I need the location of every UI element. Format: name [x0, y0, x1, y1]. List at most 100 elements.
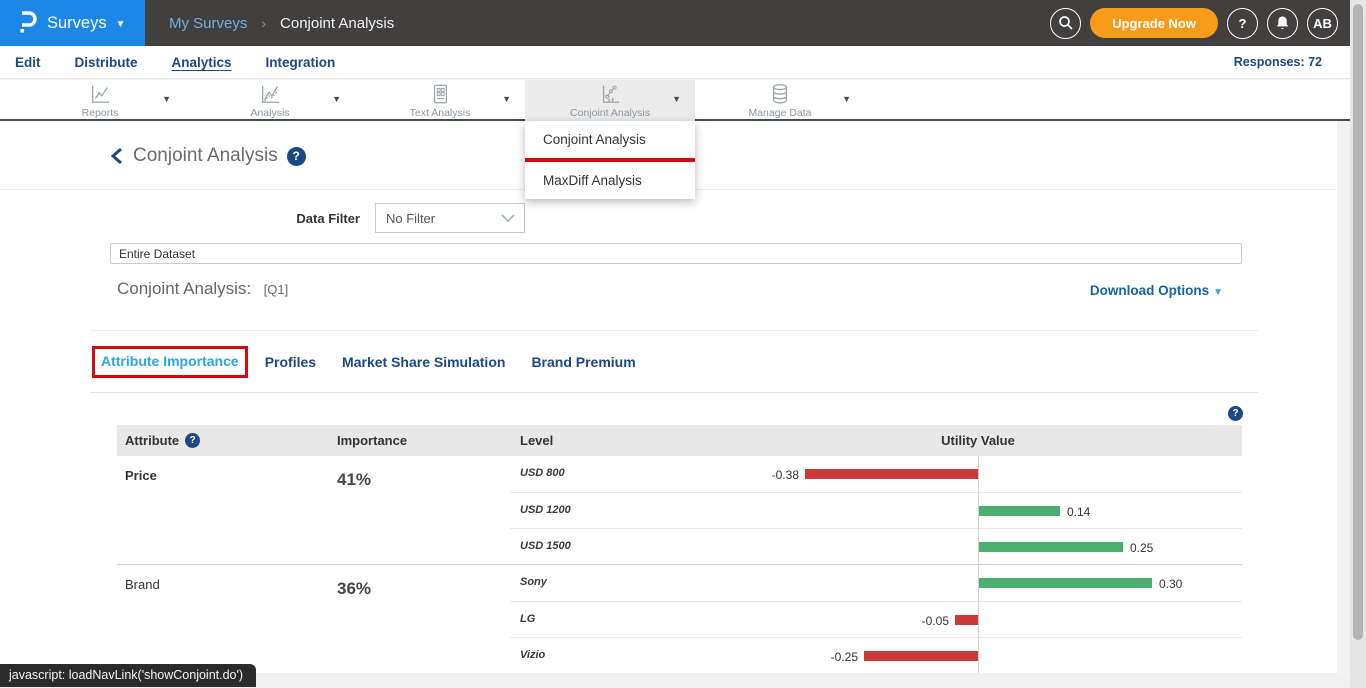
reports-chart-icon [88, 83, 112, 105]
help-button[interactable]: ? [1227, 8, 1258, 39]
utility-value-label: -0.05 [922, 614, 949, 628]
toolbar-item-manage-data[interactable]: Manage Data ▼ [695, 80, 865, 121]
col-level: Level [510, 433, 740, 448]
data-filter-value: No Filter [386, 211, 435, 226]
nav-item-integration[interactable]: Integration [266, 55, 336, 70]
level-name: USD 1500 [510, 529, 740, 564]
attribute-group-price: Price41%USD 800 -0.38 USD 1200 0.14 USD 1500… [117, 456, 1242, 564]
level-row: USD 800 -0.38 [510, 456, 1242, 492]
toolbar-item-label: Manage Data [748, 107, 811, 119]
tab-brand-premium[interactable]: Brand Premium [531, 354, 635, 370]
text-analysis-icon [429, 83, 451, 105]
top-header: Surveys ▼ My Surveys › Conjoint Analysis… [0, 0, 1366, 46]
chevron-down-icon: ▼ [116, 19, 126, 30]
chevron-down-icon[interactable]: ▼ [162, 94, 171, 104]
attribute-help-icon[interactable]: ? [185, 433, 200, 448]
toolbar-item-label: Reports [82, 107, 119, 119]
importance-value: 41% [337, 456, 510, 564]
nav-item-distribute[interactable]: Distribute [75, 55, 138, 70]
nav-item-edit[interactable]: Edit [15, 55, 41, 70]
toolbar-item-analysis[interactable]: Analysis ▼ [185, 80, 355, 121]
utility-value-label: 0.30 [1159, 577, 1182, 591]
tabs-divider [90, 392, 1258, 393]
download-options-link[interactable]: Download Options▼ [1090, 283, 1223, 298]
tab-market-share-simulation[interactable]: Market Share Simulation [342, 354, 505, 370]
table-help-icon[interactable]: ? [1228, 406, 1243, 421]
utility-bar [979, 542, 1123, 552]
menu-item-conjoint-analysis[interactable]: Conjoint Analysis [525, 121, 695, 158]
utility-value-label: 0.25 [1130, 541, 1153, 555]
utility-bar [864, 651, 978, 661]
main-content: Conjoint Analysis ? Data Filter No Filte… [0, 121, 1337, 673]
nav-item-analytics[interactable]: Analytics [172, 55, 232, 70]
tab-profiles[interactable]: Profiles [265, 354, 316, 370]
level-name: USD 800 [510, 456, 740, 492]
level-name: Sony [510, 565, 740, 601]
toolbar-item-conjoint-analysis[interactable]: Conjoint Analysis ▼ [525, 80, 695, 121]
utility-value-label: -0.38 [772, 468, 799, 482]
database-icon [768, 83, 792, 105]
chevron-down-icon[interactable]: ▼ [502, 94, 511, 104]
toolbar-item-text-analysis[interactable]: Text Analysis ▼ [355, 80, 525, 121]
utility-bar [979, 578, 1152, 588]
level-name: USD 1200 [510, 493, 740, 528]
dataset-input[interactable] [110, 243, 1242, 264]
level-row: LG -0.05 [510, 601, 1242, 637]
utility-bar-cell: 0.14 [740, 493, 1242, 528]
conjoint-chart-icon [598, 83, 622, 105]
level-row: Sony 0.30 [510, 565, 1242, 601]
upgrade-now-button[interactable]: Upgrade Now [1090, 8, 1218, 38]
analysis-chart-icon [258, 83, 282, 105]
chevron-down-icon: ▼ [1213, 287, 1223, 298]
notifications-button[interactable] [1267, 8, 1298, 39]
search-icon [1058, 15, 1074, 31]
section-heading-row: Conjoint Analysis: [Q1] Download Options… [117, 279, 1242, 309]
table-body: Price41%USD 800 -0.38 USD 1200 0.14 USD 1500… [117, 456, 1242, 674]
breadcrumb-current: Conjoint Analysis [280, 15, 394, 32]
chevron-down-icon[interactable]: ▼ [842, 94, 851, 104]
attribute-name: Price [117, 456, 337, 564]
toolbar-item-label: Conjoint Analysis [570, 107, 650, 119]
survey-nav: EditDistributeAnalyticsIntegration Respo… [0, 46, 1350, 79]
toolbar-item-reports[interactable]: Reports ▼ [15, 80, 185, 121]
utility-bar-cell: -0.05 [740, 602, 1242, 637]
utility-value-label: 0.14 [1067, 505, 1090, 519]
red-box-annotation: Attribute Importance [92, 346, 248, 378]
page-help-icon[interactable]: ? [287, 147, 306, 166]
chevron-down-icon[interactable]: ▼ [672, 94, 681, 104]
data-filter-select[interactable]: No Filter [375, 203, 525, 233]
product-name: Surveys [47, 14, 107, 33]
menu-item-maxdiff-analysis[interactable]: MaxDiff Analysis [525, 162, 695, 199]
vertical-scrollbar[interactable] [1350, 0, 1366, 688]
status-bar-link-preview: javascript: loadNavLink('showConjoint.do… [0, 664, 256, 687]
brand-menu[interactable]: Surveys ▼ [0, 0, 145, 46]
utility-bar-cell: -0.25 [740, 638, 1242, 673]
section-title: Conjoint Analysis: [117, 279, 251, 298]
questionpro-logo-icon [16, 11, 38, 35]
level-row: USD 1200 0.14 [510, 492, 1242, 528]
bell-icon [1275, 15, 1290, 31]
scrollbar-thumb[interactable] [1353, 4, 1363, 640]
tab-attribute-importance[interactable]: Attribute Importance [101, 353, 239, 369]
utility-bar-cell: -0.38 [740, 456, 1242, 492]
utility-bar [805, 469, 978, 479]
utility-bar [955, 615, 978, 625]
attribute-group-brand: Brand36%Sony0.30LG-0.05Vizio-0.25 [117, 564, 1242, 673]
levels-list: Sony0.30LG-0.05Vizio-0.25 [510, 565, 1242, 673]
chevron-down-icon[interactable]: ▼ [332, 94, 341, 104]
col-utility-value: Utility Value [941, 433, 1015, 448]
toolbar-item-label: Analysis [250, 107, 289, 119]
utility-table: Attribute? Importance Level Utility Valu… [117, 425, 1242, 674]
toolbar-item-label: Text Analysis [410, 107, 471, 119]
avatar[interactable]: AB [1307, 8, 1338, 39]
utility-bar-cell: 0.25 [740, 529, 1242, 564]
levels-list: USD 800 -0.38 USD 1200 0.14 USD 1500 0.25 [510, 456, 1242, 564]
conjoint-analysis-menu: Conjoint Analysis MaxDiff Analysis [525, 121, 695, 199]
search-button[interactable] [1050, 8, 1081, 39]
importance-value: 36% [337, 565, 510, 673]
breadcrumb-parent-link[interactable]: My Surveys [169, 15, 247, 32]
level-name: LG [510, 602, 740, 637]
back-chevron-icon[interactable] [110, 147, 124, 165]
result-tabs: Attribute Importance Profiles Market Share… [101, 353, 662, 371]
data-filter-label: Data Filter [283, 211, 360, 226]
